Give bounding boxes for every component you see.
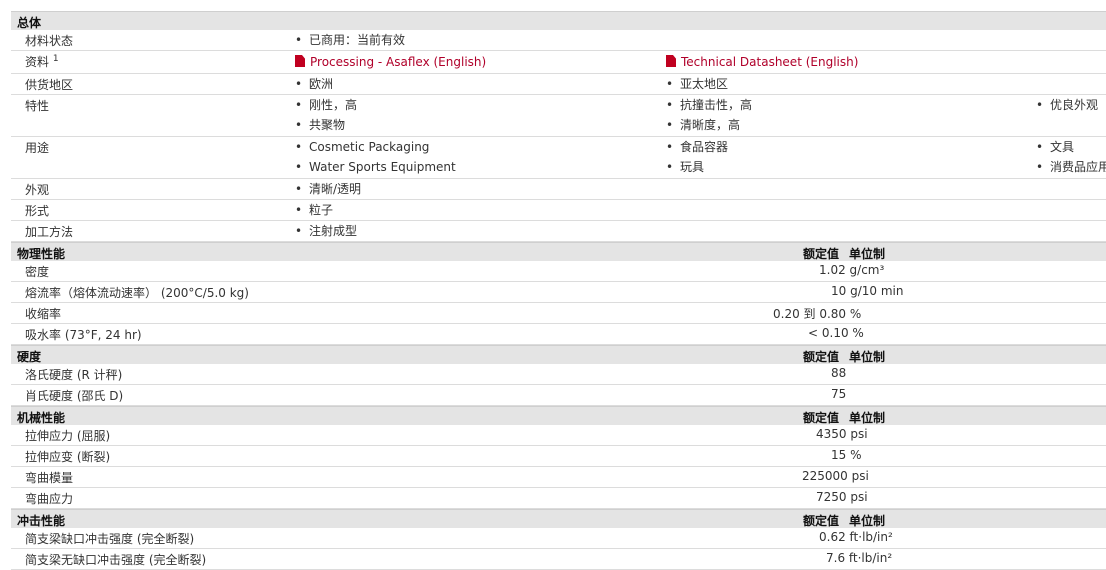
property-row: 弯曲应力 7250 psi [11, 488, 1106, 509]
section-title: 物理性能 [17, 247, 66, 261]
doc-link-text: Technical Datasheet (English) [681, 55, 859, 69]
property-value: 0.20 到 0.80 % [773, 307, 862, 321]
property-value: 15 % [831, 448, 862, 462]
property-label: 拉伸应力 (屈服) [25, 429, 111, 443]
property-label: 简支梁缺口冲击强度 (完全断裂) [25, 532, 195, 546]
section-header-general: 总体 [11, 11, 1106, 30]
column-header-unit: 单位制 [849, 411, 886, 425]
property-label: 收缩率 [25, 307, 62, 321]
use-item: 文具 [1036, 139, 1106, 159]
row-value: 已商用：当前有效 [295, 32, 405, 52]
property-row: 密度 1.02 g/cm³ [11, 261, 1106, 282]
property-row: 肖氏硬度 (邵氏 D) 75 [11, 385, 1106, 406]
use-item: 消费品应用 [1036, 159, 1106, 179]
property-label: 弯曲模量 [25, 471, 74, 485]
pdf-icon [666, 55, 676, 67]
use-item: Water Sports Equipment [295, 159, 456, 179]
row-label: 供货地区 [25, 78, 74, 92]
row-label: 特性 [25, 99, 50, 113]
property-value: 4350 psi [816, 427, 868, 441]
row-label: 用途 [25, 141, 50, 155]
column-header-value: 额定值 [803, 247, 840, 261]
footnote-marker: 1 [52, 54, 59, 64]
property-value: < 0.10 % [808, 326, 864, 340]
technical-datasheet-link[interactable]: Technical Datasheet (English) [666, 54, 858, 74]
property-label: 弯曲应力 [25, 492, 74, 506]
section-title: 硬度 [17, 350, 42, 364]
pdf-icon [295, 55, 305, 67]
column-header-unit: 单位制 [849, 350, 886, 364]
section-title: 冲击性能 [17, 514, 66, 528]
property-row: 拉伸应力 (屈服) 4350 psi [11, 425, 1106, 446]
row-value: 欧洲 [295, 76, 333, 96]
property-row: 收缩率 0.20 到 0.80 % [11, 303, 1106, 324]
property-value: 225000 psi [802, 469, 869, 483]
column-header-value: 额定值 [803, 411, 840, 425]
row-value: 亚太地区 [666, 76, 728, 96]
property-label: 肖氏硬度 (邵氏 D) [25, 389, 124, 403]
property-value: 88 [831, 366, 847, 380]
row-appearance: 外观 清晰/透明 [11, 179, 1106, 200]
row-label: 形式 [25, 204, 50, 218]
docs-label-text: 资料 [25, 55, 50, 69]
section-header-mechanical: 机械性能 额定值 单位制 [11, 406, 1106, 425]
feature-item: 抗撞击性，高 [666, 97, 752, 117]
section-header-hardness: 硬度 额定值 单位制 [11, 345, 1106, 364]
column-header-value: 额定值 [803, 350, 840, 364]
row-label: 材料状态 [25, 34, 74, 48]
property-label: 密度 [25, 265, 50, 279]
row-value: 注射成型 [295, 223, 357, 243]
property-label: 拉伸应变 (断裂) [25, 450, 111, 464]
row-documents: 资料 1 Processing - Asaflex (English) Tech… [11, 51, 1106, 74]
property-row: 洛氏硬度 (R 计秤) 88 [11, 364, 1106, 385]
column-header-unit: 单位制 [849, 514, 886, 528]
property-label: 简支梁无缺口冲击强度 (完全断裂) [25, 553, 207, 567]
use-item: 玩具 [666, 159, 728, 179]
row-label: 外观 [25, 183, 50, 197]
processing-doc-link[interactable]: Processing - Asaflex (English) [295, 54, 486, 74]
property-label: 吸水率 (73°F, 24 hr) [25, 328, 142, 342]
row-label: 加工方法 [25, 225, 74, 239]
section-title: 总体 [17, 16, 42, 30]
property-value: 1.02 g/cm³ [819, 263, 885, 277]
property-row: 吸水率 (73°F, 24 hr) < 0.10 % [11, 324, 1106, 345]
doc-link-text: Processing - Asaflex (English) [310, 55, 487, 69]
row-form: 形式 粒子 [11, 200, 1106, 221]
section-header-impact: 冲击性能 额定值 单位制 [11, 509, 1106, 528]
use-item: 食品容器 [666, 139, 728, 159]
property-row: 简支梁无缺口冲击强度 (完全断裂) 7.6 ft·lb/in² [11, 549, 1106, 570]
property-value: 75 [831, 387, 847, 401]
section-title: 机械性能 [17, 411, 66, 425]
property-label: 洛氏硬度 (R 计秤) [25, 368, 123, 382]
section-header-physical: 物理性能 额定值 单位制 [11, 242, 1106, 261]
row-label: 资料 1 [25, 53, 59, 70]
row-uses: 用途 Cosmetic Packaging Water Sports Equip… [11, 137, 1106, 179]
property-value: 0.62 ft·lb/in² [819, 530, 893, 544]
feature-item: 共聚物 [295, 117, 357, 137]
column-header-value: 额定值 [803, 514, 840, 528]
feature-item: 刚性，高 [295, 97, 357, 117]
property-row: 弯曲模量 225000 psi [11, 467, 1106, 488]
use-item: Cosmetic Packaging [295, 139, 456, 159]
property-row: 熔流率（熔体流动速率） (200°C/5.0 kg) 10 g/10 min [11, 282, 1106, 303]
row-material-status: 材料状态 已商用：当前有效 [11, 30, 1106, 51]
property-value: 7250 psi [816, 490, 868, 504]
property-label: 熔流率（熔体流动速率） (200°C/5.0 kg) [25, 286, 249, 300]
row-value: 粒子 [295, 202, 333, 222]
row-value: 清晰/透明 [295, 181, 361, 201]
property-row: 简支梁缺口冲击强度 (完全断裂) 0.62 ft·lb/in² [11, 528, 1106, 549]
datasheet: 总体 材料状态 已商用：当前有效 资料 1 Processing - Asafl… [11, 11, 1106, 570]
column-header-unit: 单位制 [849, 247, 886, 261]
feature-item: 清晰度，高 [666, 117, 752, 137]
property-value: 10 g/10 min [831, 284, 904, 298]
row-supply-region: 供货地区 欧洲 亚太地区 [11, 74, 1106, 95]
row-features: 特性 刚性，高 共聚物 抗撞击性，高 清晰度，高 优良外观 [11, 95, 1106, 137]
row-processing-method: 加工方法 注射成型 [11, 221, 1106, 242]
property-row: 拉伸应变 (断裂) 15 % [11, 446, 1106, 467]
feature-item: 优良外观 [1036, 97, 1098, 117]
